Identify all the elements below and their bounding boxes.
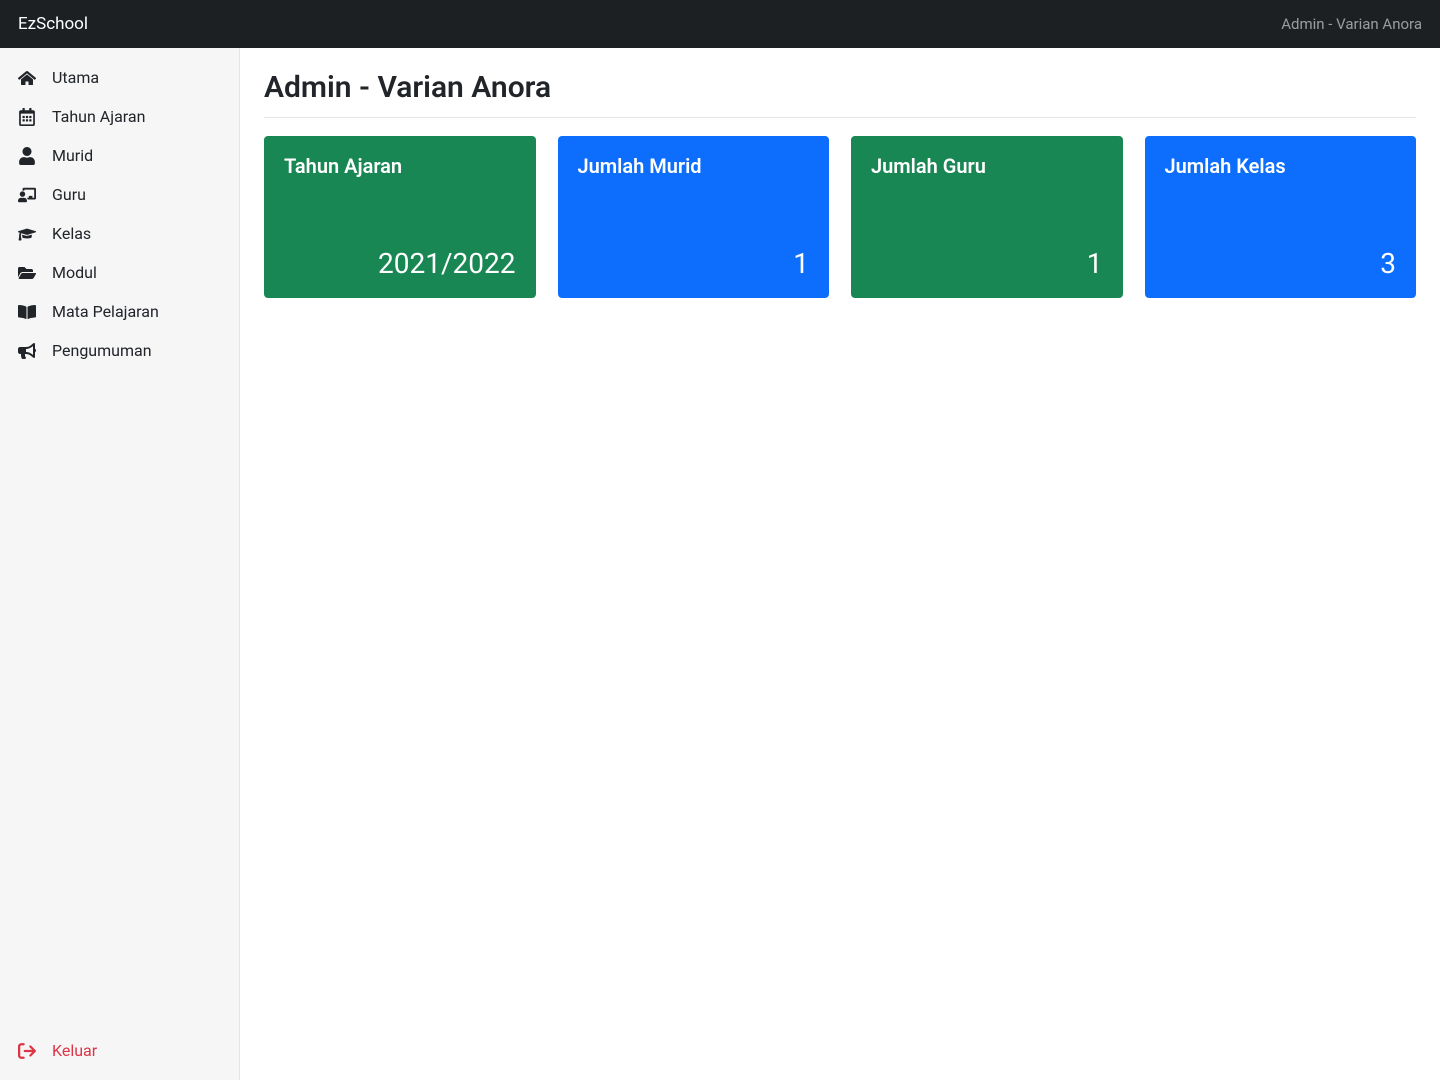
card-value: 1 [578,247,810,280]
sidebar-item-pengumuman[interactable]: Pengumuman [0,331,239,370]
sidebar-item-mata-pelajaran[interactable]: Mata Pelajaran [0,292,239,331]
calendar-icon [18,108,36,126]
sidebar-item-guru[interactable]: Guru [0,175,239,214]
card-title: Jumlah Murid [578,154,810,178]
card-tahun-ajaran: Tahun Ajaran 2021/2022 [264,136,536,298]
sidebar-item-label: Keluar [52,1041,97,1060]
card-title: Jumlah Guru [871,154,1103,178]
sign-out-icon [18,1042,36,1060]
card-value: 1 [871,247,1103,280]
topbar-user-label[interactable]: Admin - Varian Anora [1281,15,1422,33]
topbar: EzSchool Admin - Varian Anora [0,0,1440,48]
card-jumlah-guru: Jumlah Guru 1 [851,136,1123,298]
sidebar-item-murid[interactable]: Murid [0,136,239,175]
card-value: 2021/2022 [284,247,516,280]
sidebar-item-label: Guru [52,185,86,204]
card-jumlah-murid: Jumlah Murid 1 [558,136,830,298]
home-icon [18,69,36,87]
user-icon [18,147,36,165]
sidebar-item-label: Modul [52,263,97,282]
sidebar-item-keluar[interactable]: Keluar [0,1031,239,1070]
dashboard-cards: Tahun Ajaran 2021/2022 Jumlah Murid 1 Ju… [264,136,1416,298]
sidebar: Utama Tahun Ajaran Murid Guru [0,48,240,1080]
card-value: 3 [1165,247,1397,280]
sidebar-item-kelas[interactable]: Kelas [0,214,239,253]
sidebar-item-label: Utama [52,68,99,87]
sidebar-item-label: Murid [52,146,93,165]
sidebar-item-label: Kelas [52,224,91,243]
brand[interactable]: EzSchool [18,14,88,34]
chalkboard-teacher-icon [18,186,36,204]
bullhorn-icon [18,342,36,360]
sidebar-item-label: Tahun Ajaran [52,107,145,126]
sidebar-item-tahun-ajaran[interactable]: Tahun Ajaran [0,97,239,136]
sidebar-item-label: Mata Pelajaran [52,302,159,321]
graduation-cap-icon [18,225,36,243]
folder-open-icon [18,264,36,282]
sidebar-item-label: Pengumuman [52,341,152,360]
card-title: Jumlah Kelas [1165,154,1397,178]
sidebar-item-modul[interactable]: Modul [0,253,239,292]
sidebar-item-utama[interactable]: Utama [0,58,239,97]
card-title: Tahun Ajaran [284,154,516,178]
main-content: Admin - Varian Anora Tahun Ajaran 2021/2… [240,48,1440,1080]
card-jumlah-kelas: Jumlah Kelas 3 [1145,136,1417,298]
page-title: Admin - Varian Anora [264,70,1416,118]
book-open-icon [18,303,36,321]
